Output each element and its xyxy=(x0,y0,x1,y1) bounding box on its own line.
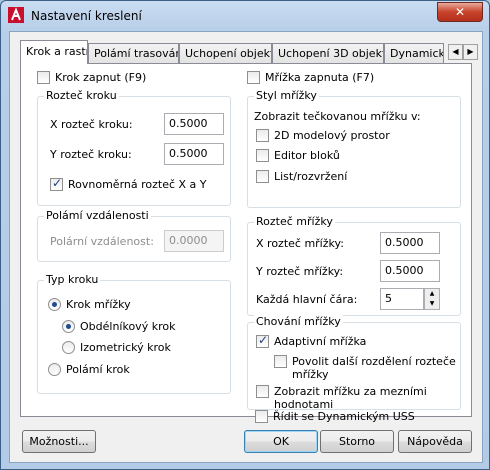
tab-scroll-right-icon[interactable]: ▶ xyxy=(463,44,478,60)
window-title: Nastavení kreslení xyxy=(31,9,142,23)
major-line-label: Každá hlavní čára: xyxy=(256,293,358,306)
follow-ucs-box[interactable] xyxy=(255,410,268,423)
help-button[interactable]: Nápověda xyxy=(398,430,472,453)
subdivide-label-line2: mřížky xyxy=(292,368,329,381)
tab-3d-object-snap[interactable]: Uchopení 3D objektů xyxy=(272,43,384,63)
snap-x-label: X rozteč kroku: xyxy=(50,118,133,131)
tab-snap-grid[interactable]: Krok a rastr xyxy=(20,40,88,64)
isometric-snap-radio[interactable]: Izometrický krok xyxy=(62,341,171,354)
close-button[interactable]: ✕ xyxy=(437,2,483,22)
equal-xy-box[interactable] xyxy=(50,176,63,191)
grid-x-input[interactable]: 0.5000 xyxy=(380,232,440,254)
options-button[interactable]: Možnosti... xyxy=(22,430,96,453)
polar-snap-label: Polámí krok xyxy=(66,363,130,376)
subdivide-checkbox[interactable]: Povolit další rozdělení rozteče mřížky xyxy=(274,355,456,381)
snap-y-label: Y rozteč kroku: xyxy=(50,148,132,161)
snap-on-label: Krok zapnut (F9) xyxy=(55,71,147,84)
grid-sheet-checkbox[interactable]: List/rozvržení xyxy=(256,170,347,183)
equal-xy-checkbox[interactable]: Rovnoměrná rozteč X a Y xyxy=(50,176,207,191)
major-line-input[interactable]: 5 xyxy=(380,288,424,310)
beyond-limits-label-line1: Zobrazit mřížku za mezními xyxy=(274,385,427,398)
grid-snap-radio[interactable]: Krok mřížky xyxy=(48,298,131,311)
beyond-limits-label: Zobrazit mřížku za mezními hodnotami xyxy=(274,385,427,411)
grid-snap-label: Krok mřížky xyxy=(66,298,131,311)
grid-x-label: X rozteč mřížky: xyxy=(256,237,344,250)
subdivide-box[interactable] xyxy=(274,355,287,368)
snap-y-input[interactable]: 0.5000 xyxy=(164,143,224,165)
tab-object-snap[interactable]: Uchopení objektu xyxy=(179,43,272,63)
grid-sheet-label: List/rozvržení xyxy=(274,170,348,183)
spin-down-icon[interactable]: ▼ xyxy=(425,299,439,309)
grid-on-checkbox[interactable]: Mřížka zapnuta (F7) xyxy=(247,71,374,84)
grid-model-label: 2D modelový prostor xyxy=(274,129,390,142)
grid-model-checkbox[interactable]: 2D modelový prostor xyxy=(256,129,390,142)
cancel-button[interactable]: Storno xyxy=(320,430,394,453)
dialog-window: Nastavení kreslení ✕ Krok a rastr Polámí… xyxy=(0,0,490,470)
grid-spacing-group: Rozteč mřížky X rozteč mřížky: 0.5000 Y … xyxy=(247,215,461,316)
snap-on-box[interactable] xyxy=(37,71,50,84)
grid-block-editor-box[interactable] xyxy=(256,149,269,162)
tab-scroll-left-icon[interactable]: ◀ xyxy=(448,44,463,60)
title-bar[interactable]: Nastavení kreslení ✕ xyxy=(1,1,489,31)
follow-ucs-label: Řídit se Dynamickým USS xyxy=(273,410,415,423)
snap-spacing-title: Rozteč kroku xyxy=(44,89,119,102)
grid-behavior-title: Chování mřížky xyxy=(254,315,343,328)
follow-ucs-checkbox[interactable]: Řídit se Dynamickým USS xyxy=(255,410,415,423)
subdivide-label: Povolit další rozdělení rozteče mřížky xyxy=(292,355,456,381)
grid-sheet-box[interactable] xyxy=(256,170,269,183)
grid-style-title: Styl mřížky xyxy=(254,89,319,102)
polar-snap-radio[interactable]: Polámí krok xyxy=(48,363,130,376)
beyond-limits-checkbox[interactable]: Zobrazit mřížku za mezními hodnotami xyxy=(256,385,427,411)
grid-y-input[interactable]: 0.5000 xyxy=(380,260,440,282)
polar-snap-radio-dot[interactable] xyxy=(48,363,61,376)
equal-xy-label: Rovnoměrná rozteč X a Y xyxy=(68,178,207,191)
adaptive-grid-box[interactable] xyxy=(256,333,269,348)
polar-spacing-title: Polámí vzdálenosti xyxy=(44,209,151,222)
snap-spacing-group: Rozteč kroku X rozteč kroku: 0.5000 Y ro… xyxy=(37,89,231,206)
grid-spacing-title: Rozteč mřížky xyxy=(254,215,335,228)
rectangular-snap-radio[interactable]: Obdélníkový krok xyxy=(62,320,175,333)
isometric-snap-radio-dot[interactable] xyxy=(62,341,75,354)
rectangular-snap-radio-dot[interactable] xyxy=(62,320,75,333)
polar-spacing-group: Polámí vzdálenosti Polární vzdálenost: 0… xyxy=(37,209,231,262)
tab-dynamic-input[interactable]: Dynamick xyxy=(384,43,444,63)
subdivide-label-line1: Povolit další rozdělení rozteče xyxy=(292,355,456,368)
snap-on-checkbox[interactable]: Krok zapnut (F9) xyxy=(37,71,146,84)
tab-polar-tracking[interactable]: Polámí trasování xyxy=(88,43,179,63)
beyond-limits-box[interactable] xyxy=(256,385,269,398)
snap-type-group: Typ kroku Krok mřížky Obdélníkový krok I… xyxy=(37,273,231,394)
rectangular-snap-label: Obdélníkový krok xyxy=(80,320,176,333)
grid-block-editor-label: Editor bloků xyxy=(274,149,340,162)
dialog-client: Krok a rastr Polámí trasování Uchopení o… xyxy=(9,31,483,463)
major-line-spinner[interactable]: ▲ ▼ xyxy=(424,288,440,310)
adaptive-grid-label: Adaptivní mřížka xyxy=(274,335,367,348)
adaptive-grid-checkbox[interactable]: Adaptivní mřížka xyxy=(256,333,367,348)
grid-on-box[interactable] xyxy=(247,71,260,84)
ok-button[interactable]: OK xyxy=(244,430,318,453)
snap-type-title: Typ kroku xyxy=(44,273,101,286)
grid-y-label: Y rozteč mřížky: xyxy=(256,265,344,278)
tab-strip: Krok a rastr Polámí trasování Uchopení o… xyxy=(20,40,478,64)
grid-snap-radio-dot[interactable] xyxy=(48,298,61,311)
tab-panel: Krok zapnut (F9) Rozteč kroku X rozteč k… xyxy=(20,63,472,423)
grid-style-group: Styl mřížky Zobrazit tečkovanou mřížku v… xyxy=(247,89,461,208)
isometric-snap-label: Izometrický krok xyxy=(80,341,171,354)
grid-model-box[interactable] xyxy=(256,129,269,142)
grid-block-editor-checkbox[interactable]: Editor bloků xyxy=(256,149,340,162)
grid-style-desc: Zobrazit tečkovanou mřížku v: xyxy=(254,110,421,123)
grid-behavior-group: Chování mřížky Adaptivní mřížka Povolit … xyxy=(247,315,461,411)
spin-up-icon[interactable]: ▲ xyxy=(425,289,439,299)
snap-x-input[interactable]: 0.5000 xyxy=(164,113,224,135)
polar-distance-label: Polární vzdálenost: xyxy=(50,235,154,248)
grid-on-label: Mřížka zapnuta (F7) xyxy=(265,71,375,84)
autocad-app-icon xyxy=(8,7,24,23)
polar-distance-input[interactable]: 0.0000 xyxy=(164,230,224,252)
